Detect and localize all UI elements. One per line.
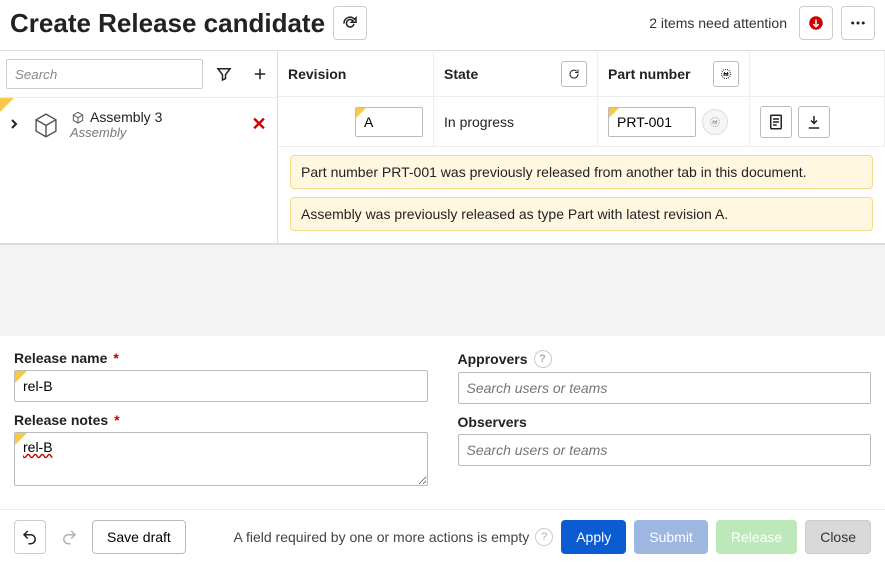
warning-box: Part number PRT-001 was previously relea… (290, 155, 873, 189)
release-notes-input[interactable] (14, 432, 428, 486)
hash-icon (709, 115, 721, 129)
attention-text: 2 items need attention (649, 15, 787, 31)
row-download-button[interactable] (798, 106, 830, 138)
revision-input[interactable] (355, 107, 423, 137)
help-icon[interactable]: ? (534, 350, 552, 368)
plus-icon (251, 64, 269, 84)
top-region: Assembly 3 Assembly ✕ Revision State Par… (0, 51, 885, 244)
expand-toggle[interactable] (6, 116, 22, 132)
observers-input[interactable] (458, 434, 872, 466)
save-draft-button[interactable]: Save draft (92, 520, 186, 554)
part-number-input[interactable] (608, 107, 696, 137)
redo-button[interactable] (54, 522, 84, 552)
attention-icon (807, 14, 825, 32)
observers-label: Observers (458, 414, 872, 430)
table-row: In progress (278, 97, 885, 147)
download-icon (805, 113, 823, 131)
submit-button[interactable]: Submit (634, 520, 708, 554)
chevron-right-icon (9, 119, 19, 129)
release-notes-label: Release notes* (14, 412, 428, 428)
rotate-icon (568, 66, 580, 82)
redo-icon (60, 528, 78, 546)
approvers-input[interactable] (458, 372, 872, 404)
col-state: State (434, 51, 598, 97)
footer: Save draft A field required by one or mo… (0, 509, 885, 564)
tree-item-name: Assembly 3 (90, 109, 162, 125)
warning-box: Assembly was previously released as type… (290, 197, 873, 231)
refresh-icon (341, 14, 359, 32)
remove-row-button[interactable]: ✕ (247, 114, 271, 135)
assembly-small-icon (70, 109, 86, 125)
header: Create Release candidate 2 items need at… (0, 0, 885, 51)
more-icon (849, 14, 867, 32)
filter-icon (215, 64, 233, 84)
col-actions (750, 51, 885, 97)
flag-indicator-icon (0, 98, 14, 112)
form-area: Release name* Release notes* Approvers ?… (0, 336, 885, 499)
document-icon (767, 113, 785, 131)
assembly-icon (28, 106, 64, 142)
part-number-generate-button[interactable] (702, 109, 728, 135)
undo-button[interactable] (14, 520, 46, 554)
tree-item-sub: Assembly (70, 125, 247, 140)
warnings-area: Part number PRT-001 was previously relea… (278, 147, 885, 243)
tree-panel: Assembly 3 Assembly ✕ (0, 51, 278, 243)
part-number-auto-button[interactable] (713, 61, 739, 87)
refresh-button[interactable] (333, 6, 367, 40)
release-name-input[interactable] (14, 370, 428, 402)
state-cell: In progress (434, 97, 598, 146)
col-part-number: Part number (598, 51, 750, 97)
undo-icon (21, 528, 39, 546)
search-input[interactable] (6, 59, 203, 89)
table-panel: Revision State Part number In p (278, 51, 885, 243)
approvers-label: Approvers ? (458, 350, 872, 368)
row-details-button[interactable] (760, 106, 792, 138)
attention-button[interactable] (799, 6, 833, 40)
release-name-label: Release name* (14, 350, 428, 366)
help-icon[interactable]: ? (535, 528, 553, 546)
close-button[interactable]: Close (805, 520, 871, 554)
empty-area (0, 244, 885, 336)
page-title: Create Release candidate (10, 8, 325, 39)
filter-button[interactable] (209, 59, 239, 89)
col-revision: Revision (278, 51, 434, 97)
more-button[interactable] (841, 6, 875, 40)
add-button[interactable] (245, 59, 275, 89)
tree-item[interactable]: Assembly 3 Assembly ✕ (0, 97, 277, 150)
hash-icon (720, 66, 732, 82)
release-button[interactable]: Release (716, 520, 797, 554)
apply-button[interactable]: Apply (561, 520, 626, 554)
footer-message: A field required by one or more actions … (234, 528, 554, 546)
state-refresh-button[interactable] (561, 61, 587, 87)
